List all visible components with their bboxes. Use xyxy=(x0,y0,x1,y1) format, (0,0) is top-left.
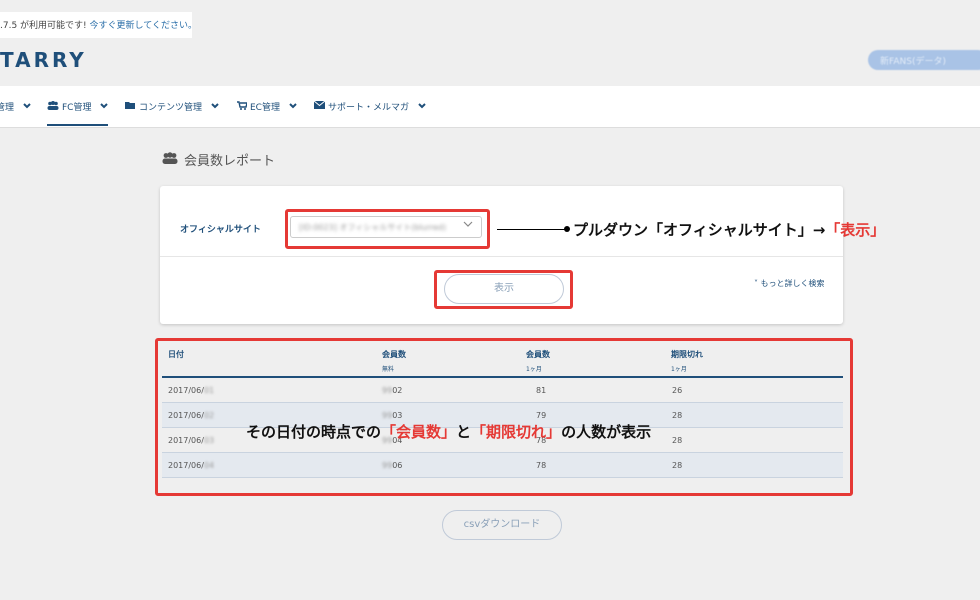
chevron-down-icon xyxy=(418,102,426,111)
page-title-text: 会員数レポート xyxy=(184,154,276,169)
nav-item-label: EC管理 xyxy=(250,103,280,113)
highlight-table xyxy=(155,338,853,496)
panel-divider xyxy=(160,256,843,257)
site-filter-label: オフィシャルサイト xyxy=(180,225,261,235)
mail-icon xyxy=(313,100,326,112)
annotation-highlight: 「表示」 xyxy=(825,221,886,239)
annotation-dot xyxy=(564,226,570,232)
nav-item-manage[interactable]: 管理 xyxy=(0,100,31,113)
update-now-link[interactable]: 今すぐ更新してください。 xyxy=(90,21,192,31)
nav-item-label: サポート・メルマガ xyxy=(328,103,410,113)
annotation-table-explanation: その日付の時点での「会員数」と「期限切れ」の人数が表示 xyxy=(246,421,651,442)
chevron-down-icon xyxy=(289,102,297,111)
chevron-down-icon: ˅ xyxy=(754,279,758,288)
nav-item-ec[interactable]: EC管理 xyxy=(237,100,297,113)
nav-item-label: コンテンツ管理 xyxy=(139,103,203,113)
update-notice-text: .7.5 が利用可能です! xyxy=(0,21,87,31)
header: TARRY 新FANS(データ) xyxy=(0,38,980,86)
user-menu-button[interactable]: 新FANS(データ) xyxy=(868,50,980,70)
annotation-highlight: 「会員数」 xyxy=(381,423,457,441)
annotation-dropdown-instruction: プルダウン「オフィシャルサイト」→「表示」 xyxy=(573,219,885,240)
annotation-text: プルダウン「オフィシャルサイト」→ xyxy=(573,221,826,239)
nav-item-contents[interactable]: コンテンツ管理 xyxy=(125,100,219,113)
annotation-text: と xyxy=(456,423,472,441)
chevron-down-icon xyxy=(211,102,219,111)
annotation-highlight: 「期限切れ」 xyxy=(471,423,562,441)
chevron-down-icon xyxy=(100,102,109,111)
nav-item-label: FC管理 xyxy=(62,103,92,113)
advanced-search-link[interactable]: ˅ もっと詳しく検索 xyxy=(754,278,825,289)
page-title: 会員数レポート xyxy=(162,150,275,169)
nav-item-support[interactable]: サポート・メルマガ xyxy=(313,100,426,113)
advanced-search-label: もっと詳しく検索 xyxy=(760,279,825,288)
users-icon xyxy=(162,151,178,168)
highlight-site-select xyxy=(285,209,490,249)
main-nav: 管理 FC管理 コンテンツ管理 EC管理 サポート・メルマガ xyxy=(0,86,980,128)
nav-item-fc[interactable]: FC管理 xyxy=(47,100,109,126)
folder-icon xyxy=(125,101,136,113)
users-icon xyxy=(47,100,59,113)
annotation-text: その日付の時点での xyxy=(246,423,382,441)
csv-download-button[interactable]: csvダウンロード xyxy=(442,510,562,540)
annotation-connector xyxy=(497,229,565,230)
chevron-down-icon xyxy=(23,102,31,111)
nav-item-label: 管理 xyxy=(0,103,15,113)
logo: TARRY xyxy=(0,48,87,72)
update-notice: .7.5 が利用可能です! 今すぐ更新してください。 xyxy=(0,12,192,38)
cart-icon xyxy=(237,100,248,113)
highlight-show-button xyxy=(434,270,573,309)
annotation-text: の人数が表示 xyxy=(561,423,652,441)
